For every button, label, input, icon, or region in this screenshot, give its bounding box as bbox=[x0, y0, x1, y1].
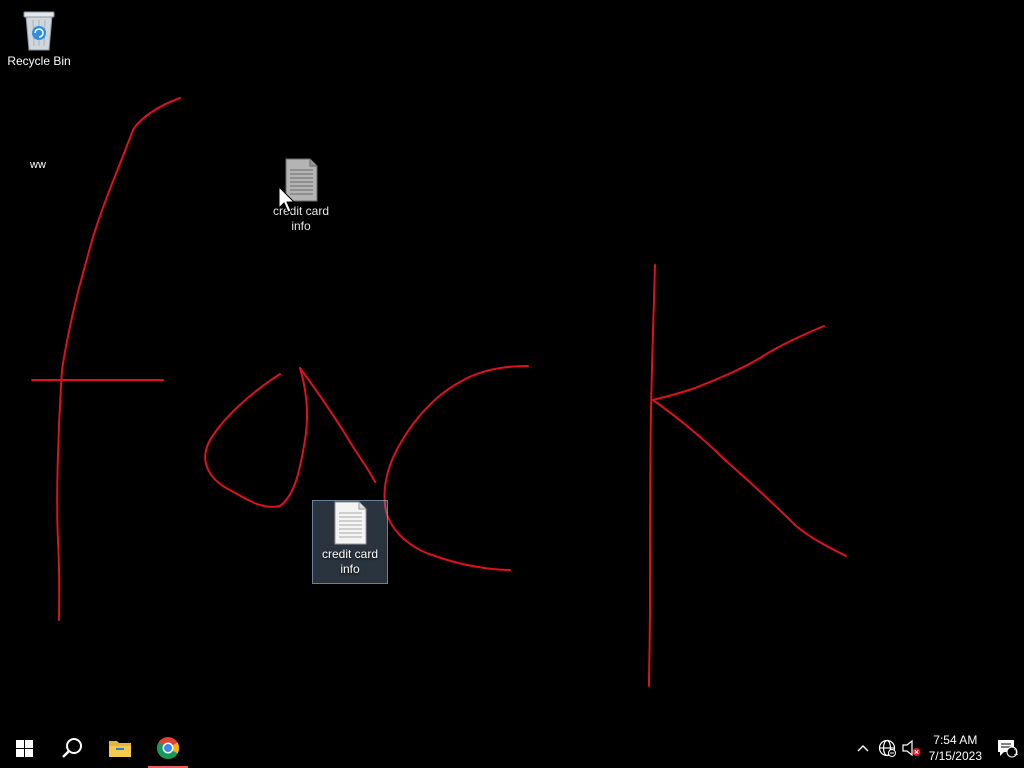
windows-start-icon bbox=[15, 739, 33, 757]
chrome-button[interactable] bbox=[144, 728, 192, 768]
file-explorer-icon bbox=[109, 741, 131, 757]
stroke-k-stem bbox=[648, 264, 656, 687]
stroke-k-lower-arm bbox=[652, 399, 847, 557]
desktop[interactable]: Recycle Bin ww credit card info credit c… bbox=[0, 0, 1024, 728]
file-explorer-button[interactable] bbox=[96, 728, 144, 768]
system-tray: 7:54 AM 7/15/2023 1 bbox=[851, 728, 1024, 768]
volume-muted-icon bbox=[902, 739, 921, 757]
action-center-button[interactable]: 1 bbox=[990, 728, 1024, 768]
chevron-up-icon bbox=[857, 745, 869, 752]
volume-button[interactable] bbox=[899, 728, 923, 768]
show-hidden-icons-button[interactable] bbox=[851, 728, 875, 768]
stroke-a-bowl bbox=[204, 367, 309, 508]
stroke-c bbox=[383, 365, 529, 571]
stroke-a-tail bbox=[299, 367, 376, 483]
stroke-f-hook bbox=[56, 97, 181, 621]
mouse-cursor-icon bbox=[278, 186, 296, 213]
search-button[interactable] bbox=[48, 728, 96, 768]
credit-card-info-label: credit card info bbox=[272, 204, 330, 233]
notification-count-badge: 1 bbox=[1013, 747, 1019, 757]
recycle-bin-icon bbox=[19, 8, 59, 52]
recycle-bin-label: Recycle Bin bbox=[7, 54, 71, 68]
start-button[interactable] bbox=[0, 728, 48, 768]
text-document-icon bbox=[330, 501, 370, 545]
credit-card-info-file-icon[interactable]: credit card info bbox=[263, 158, 339, 234]
network-icon bbox=[878, 739, 896, 757]
clock-date: 7/15/2023 bbox=[928, 749, 982, 763]
clock[interactable]: 7:54 AM 7/15/2023 bbox=[923, 732, 990, 764]
stroke-k-upper-arm bbox=[652, 325, 825, 401]
chrome-icon bbox=[157, 737, 179, 759]
stray-text: ww bbox=[30, 159, 46, 171]
search-icon bbox=[62, 738, 82, 758]
clock-time: 7:54 AM bbox=[933, 733, 978, 747]
freehand-drawing bbox=[31, 97, 847, 687]
taskbar: 7:54 AM 7/15/2023 1 bbox=[0, 728, 1024, 768]
credit-card-info-label: credit card info bbox=[321, 547, 379, 576]
recycle-bin-desktop-icon[interactable]: Recycle Bin bbox=[1, 8, 77, 69]
network-button[interactable] bbox=[875, 728, 899, 768]
credit-card-info-file-icon-selected[interactable]: credit card info bbox=[312, 500, 388, 584]
